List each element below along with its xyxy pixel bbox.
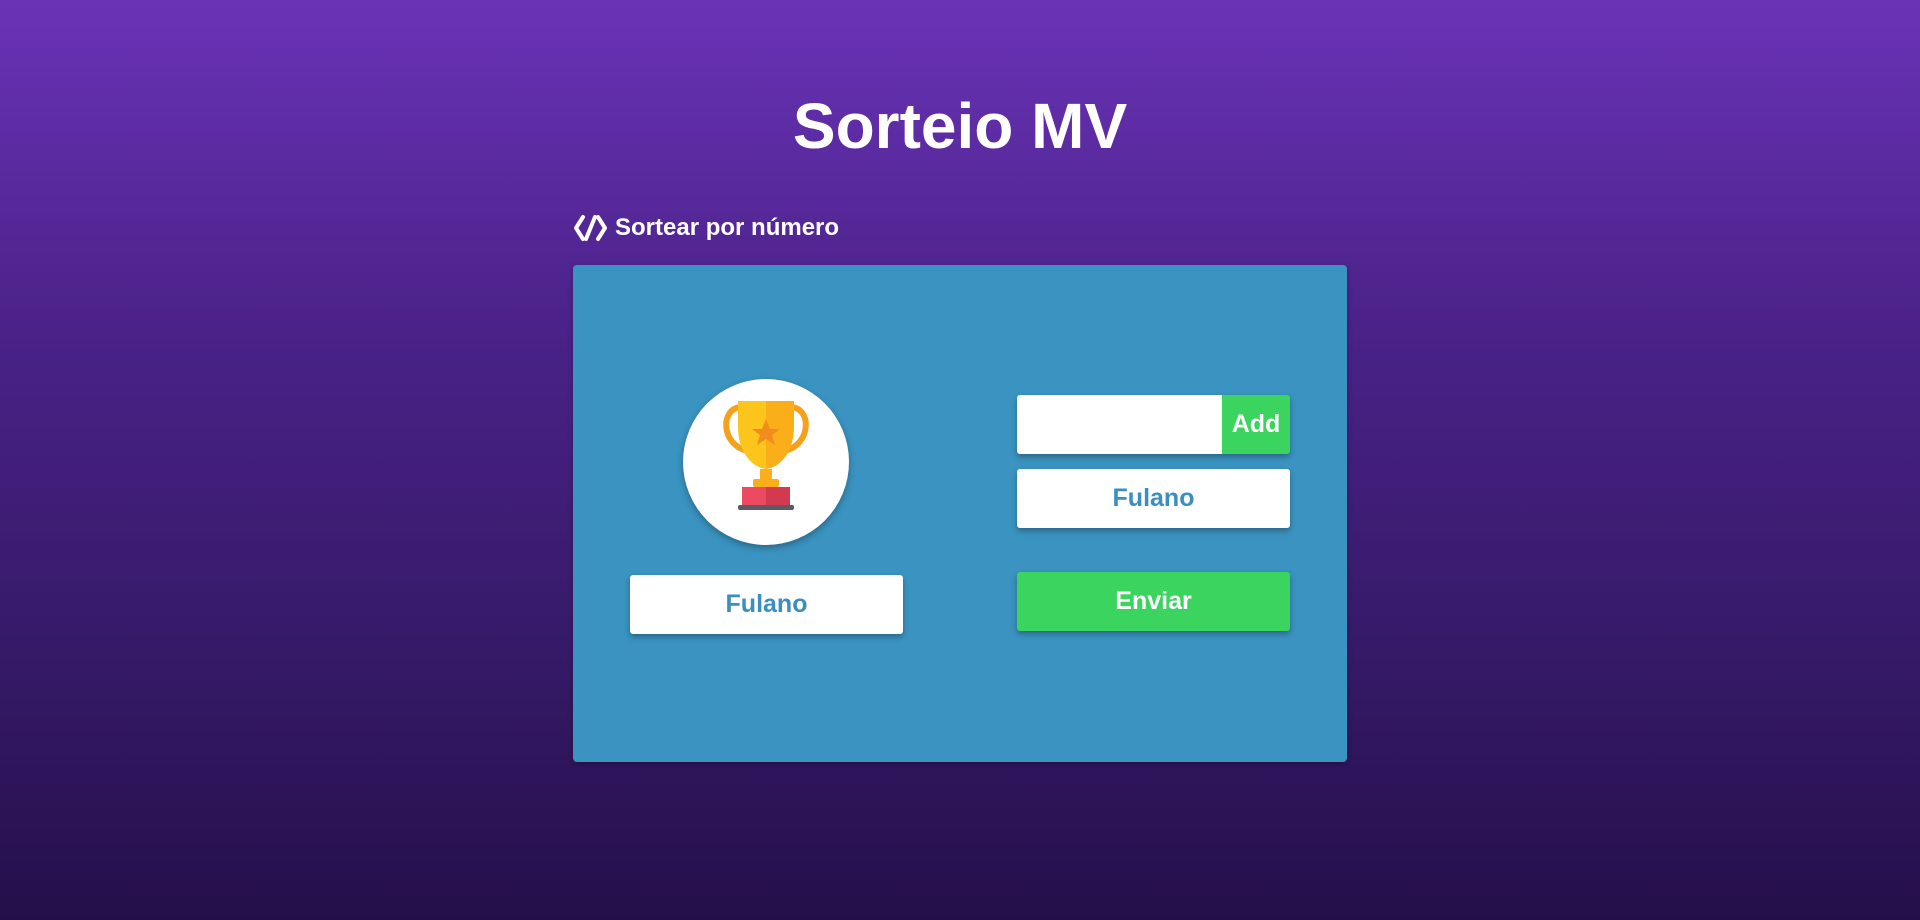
winner-name: Fulano xyxy=(725,590,808,618)
page-title: Sorteio MV xyxy=(792,90,1128,162)
participant-name-input[interactable] xyxy=(1017,395,1222,454)
participant-name: Fulano xyxy=(1112,484,1195,512)
trophy-icon xyxy=(720,395,812,530)
add-button[interactable]: Add xyxy=(1222,395,1290,454)
trophy-avatar xyxy=(683,379,849,545)
section-label: Sortear por número xyxy=(615,214,840,241)
send-button[interactable]: Enviar xyxy=(1017,572,1290,631)
winner-name-display: Fulano xyxy=(630,575,903,634)
code-slash-icon xyxy=(573,214,608,242)
section-header: Sortear por número xyxy=(573,210,839,246)
participant-list-item: Fulano xyxy=(1017,469,1290,528)
add-participant-group: Add xyxy=(1017,395,1290,454)
draw-card: Fulano Add Fulano Enviar xyxy=(573,265,1347,762)
